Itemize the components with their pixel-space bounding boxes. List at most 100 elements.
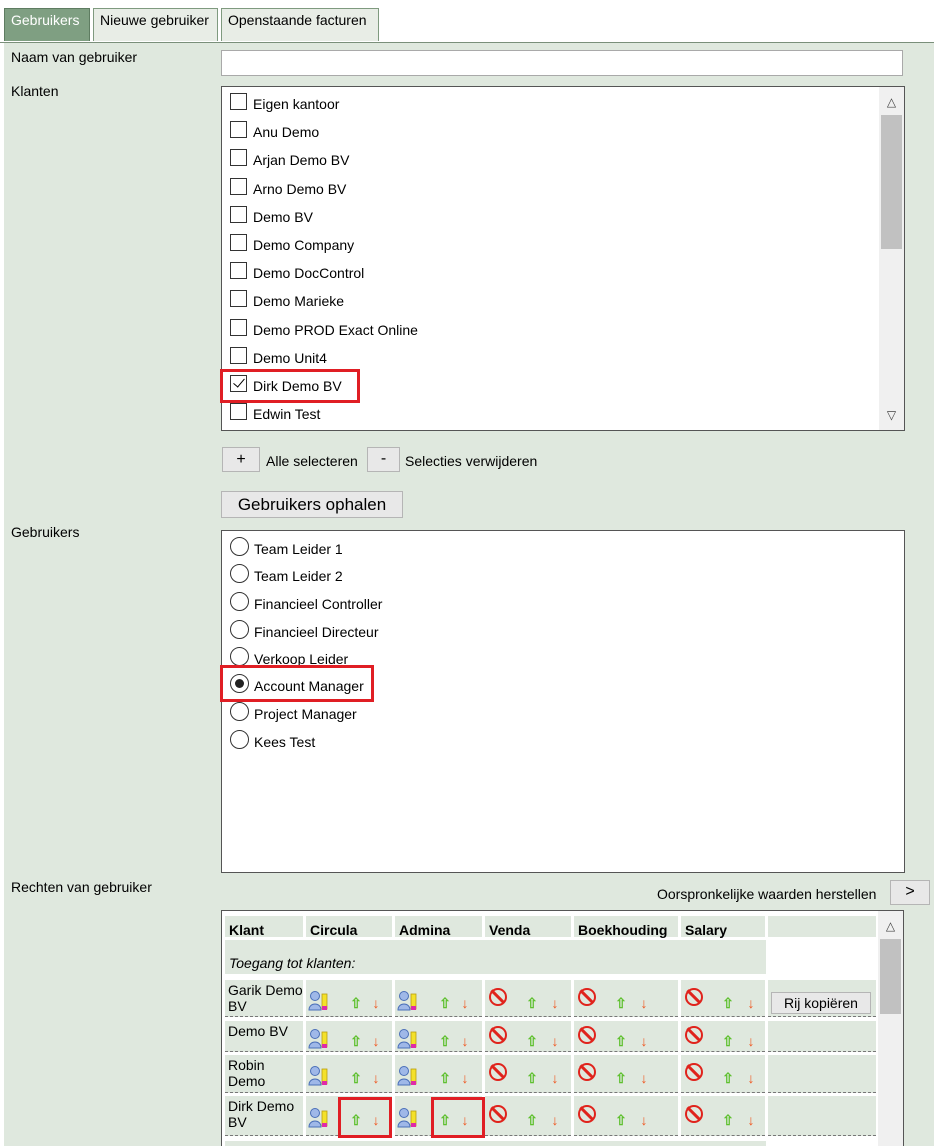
client-checkbox[interactable] bbox=[230, 121, 247, 138]
client-checkbox[interactable] bbox=[230, 290, 247, 307]
arrow-up-icon[interactable]: ⇧ bbox=[614, 996, 628, 1010]
user-access-icon[interactable] bbox=[397, 989, 419, 1013]
user-access-icon[interactable] bbox=[308, 1106, 330, 1130]
arrow-up-icon[interactable]: ⇧ bbox=[525, 1071, 539, 1085]
access-cell: ⇧ ↓ bbox=[485, 1096, 571, 1136]
user-access-icon[interactable] bbox=[308, 1064, 330, 1088]
user-access-icon[interactable] bbox=[397, 1027, 419, 1051]
arrow-up-icon[interactable]: ⇧ bbox=[525, 996, 539, 1010]
arrow-down-icon[interactable]: ↓ bbox=[548, 1034, 562, 1048]
user-radio[interactable] bbox=[230, 564, 249, 583]
arrow-down-icon[interactable]: ↓ bbox=[637, 1071, 651, 1085]
blocked-icon[interactable] bbox=[685, 1026, 703, 1044]
blocked-icon[interactable] bbox=[685, 988, 703, 1006]
arrow-down-icon[interactable]: ↓ bbox=[548, 1113, 562, 1127]
client-checkbox[interactable] bbox=[230, 149, 247, 166]
arrow-up-icon[interactable]: ⇧ bbox=[525, 1113, 539, 1127]
user-radio[interactable] bbox=[230, 537, 249, 556]
client-checkbox[interactable] bbox=[230, 93, 247, 110]
fetch-users-button[interactable]: Gebruikers ophalen bbox=[221, 491, 403, 518]
user-radio[interactable] bbox=[230, 592, 249, 611]
arrow-up-icon[interactable]: ⇧ bbox=[438, 1071, 452, 1085]
blocked-icon[interactable] bbox=[489, 1063, 507, 1081]
client-checkbox[interactable] bbox=[230, 234, 247, 251]
user-access-icon[interactable] bbox=[308, 1027, 330, 1051]
scrollbar-thumb[interactable] bbox=[880, 939, 901, 1014]
user-label: Financieel Controller bbox=[254, 596, 383, 612]
copy-row-button[interactable]: Rij kopiëren bbox=[771, 992, 871, 1014]
arrow-up-icon[interactable]: ⇧ bbox=[525, 1034, 539, 1048]
arrow-down-icon[interactable]: ↓ bbox=[458, 996, 472, 1010]
arrow-down-icon[interactable]: ↓ bbox=[744, 1113, 758, 1127]
arrow-down-icon[interactable]: ↓ bbox=[458, 1034, 472, 1048]
client-label: Demo Company bbox=[253, 237, 355, 253]
arrow-up-icon[interactable]: ⇧ bbox=[614, 1113, 628, 1127]
user-radio[interactable] bbox=[230, 702, 249, 721]
scroll-up-icon[interactable]: △ bbox=[878, 919, 903, 937]
arrow-down-icon[interactable]: ↓ bbox=[369, 996, 383, 1010]
name-input[interactable] bbox=[221, 50, 903, 76]
arrow-up-icon[interactable]: ⇧ bbox=[614, 1071, 628, 1085]
user-access-icon[interactable] bbox=[397, 1064, 419, 1088]
users-label: Gebruikers bbox=[11, 524, 80, 540]
arrow-up-icon[interactable]: ⇧ bbox=[438, 1034, 452, 1048]
blocked-icon[interactable] bbox=[578, 1105, 596, 1123]
arrow-up-icon[interactable]: ⇧ bbox=[614, 1034, 628, 1048]
arrow-down-icon[interactable]: ↓ bbox=[458, 1071, 472, 1085]
arrow-down-icon[interactable]: ↓ bbox=[548, 996, 562, 1010]
blocked-icon[interactable] bbox=[578, 1063, 596, 1081]
client-checkbox[interactable] bbox=[230, 178, 247, 195]
tab-gebruikers[interactable]: Gebruikers bbox=[4, 8, 90, 41]
arrow-down-icon[interactable]: ↓ bbox=[637, 996, 651, 1010]
scroll-up-icon[interactable]: △ bbox=[879, 95, 904, 113]
blocked-icon[interactable] bbox=[489, 1105, 507, 1123]
highlight-dirk-demo-bv bbox=[220, 369, 360, 403]
arrow-down-icon[interactable]: ↓ bbox=[548, 1071, 562, 1085]
arrow-up-icon[interactable]: ⇧ bbox=[721, 1071, 735, 1085]
arrow-up-icon[interactable]: ⇧ bbox=[349, 996, 363, 1010]
clients-scrollbar[interactable]: △ ▽ bbox=[879, 87, 904, 430]
arrow-up-icon[interactable]: ⇧ bbox=[721, 1034, 735, 1048]
blocked-icon[interactable] bbox=[685, 1063, 703, 1081]
access-cell: ⇧ ↓ bbox=[395, 1055, 482, 1093]
highlight-account-manager bbox=[220, 665, 374, 702]
rights-scrollbar[interactable]: △ bbox=[878, 911, 903, 1146]
scroll-down-icon[interactable]: ▽ bbox=[879, 408, 904, 426]
client-checkbox[interactable] bbox=[230, 347, 247, 364]
restore-button[interactable]: > bbox=[890, 880, 930, 905]
arrow-up-icon[interactable]: ⇧ bbox=[438, 996, 452, 1010]
client-checkbox[interactable] bbox=[230, 319, 247, 336]
blocked-icon[interactable] bbox=[685, 1105, 703, 1123]
user-radio[interactable] bbox=[230, 620, 249, 639]
arrow-down-icon[interactable]: ↓ bbox=[744, 1071, 758, 1085]
client-checkbox[interactable] bbox=[230, 262, 247, 279]
arrow-up-icon[interactable]: ⇧ bbox=[721, 996, 735, 1010]
blocked-icon[interactable] bbox=[578, 988, 596, 1006]
user-access-icon[interactable] bbox=[397, 1106, 419, 1130]
user-access-icon[interactable] bbox=[308, 989, 330, 1013]
arrow-down-icon[interactable]: ↓ bbox=[369, 1071, 383, 1085]
section-row: Toegang tot klanten: bbox=[225, 940, 766, 974]
blocked-icon[interactable] bbox=[489, 1026, 507, 1044]
client-checkbox[interactable] bbox=[230, 206, 247, 223]
arrow-down-icon[interactable]: ↓ bbox=[744, 1034, 758, 1048]
user-radio[interactable] bbox=[230, 647, 249, 666]
arrow-down-icon[interactable]: ↓ bbox=[369, 1034, 383, 1048]
blocked-icon[interactable] bbox=[489, 988, 507, 1006]
arrow-up-icon[interactable]: ⇧ bbox=[349, 1071, 363, 1085]
user-radio[interactable] bbox=[230, 730, 249, 749]
client-checkbox[interactable] bbox=[230, 403, 247, 420]
tab-nieuwe-gebruiker[interactable]: Nieuwe gebruiker bbox=[93, 8, 218, 41]
client-label: Demo PROD Exact Online bbox=[253, 322, 418, 338]
tab-openstaande-facturen[interactable]: Openstaande facturen bbox=[221, 8, 379, 41]
client-name-cell: Demo BV bbox=[225, 1021, 303, 1052]
scrollbar-thumb[interactable] bbox=[881, 115, 902, 249]
blocked-icon[interactable] bbox=[578, 1026, 596, 1044]
clear-selection-button[interactable]: - bbox=[367, 447, 400, 472]
arrow-down-icon[interactable]: ↓ bbox=[744, 996, 758, 1010]
arrow-up-icon[interactable]: ⇧ bbox=[721, 1113, 735, 1127]
arrow-down-icon[interactable]: ↓ bbox=[637, 1113, 651, 1127]
arrow-up-icon[interactable]: ⇧ bbox=[349, 1034, 363, 1048]
arrow-down-icon[interactable]: ↓ bbox=[637, 1034, 651, 1048]
select-all-button[interactable]: + bbox=[222, 447, 260, 472]
